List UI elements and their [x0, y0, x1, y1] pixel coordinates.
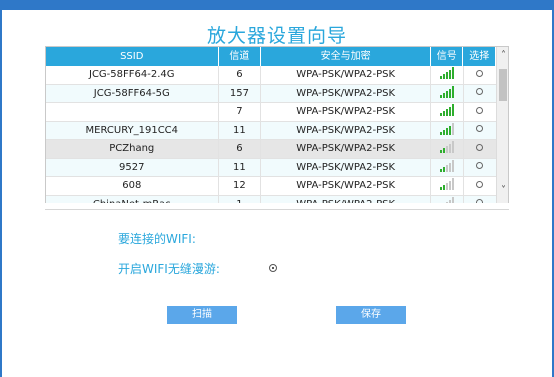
table-row[interactable]: ChinaNet-mRac1WPA-PSK/WPA2-PSK [46, 195, 496, 203]
table-row[interactable]: PCZhang 6 WPA-PSK/WPA2-PSK [46, 140, 496, 159]
vertical-scrollbar[interactable]: ˄ ˅ [496, 47, 508, 203]
select-cell [464, 66, 496, 84]
select-radio[interactable] [476, 69, 484, 77]
security-cell: WPA-PSK/WPA2-PSK [261, 121, 431, 139]
select-radio[interactable] [476, 88, 484, 95]
signal-cell [431, 158, 464, 176]
seamless-roaming-radio[interactable] [269, 264, 277, 272]
select-radio[interactable] [476, 199, 484, 203]
channel-cell: 7 [219, 103, 262, 121]
security-cell: WPA-PSK/WPA2-PSK [261, 195, 431, 203]
table-row[interactable]: 608 12 WPA-PSK/WPA2-PSK [46, 177, 496, 196]
channel-cell: 12 [219, 177, 262, 195]
channel-cell: 11 [219, 121, 262, 139]
signal-cell [431, 121, 464, 139]
ssid-cell: 608 [46, 177, 219, 195]
ssid-cell [46, 103, 219, 121]
channel-cell: 1 [219, 195, 262, 203]
security-cell: WPA-PSK/WPA2-PSK [261, 140, 431, 158]
select-radio[interactable] [476, 162, 484, 169]
signal-strength-icon [439, 141, 454, 153]
signal-strength-icon [439, 159, 454, 172]
security-cell: WPA-PSK/WPA2-PSK [261, 177, 431, 195]
signal-strength-icon [439, 178, 454, 190]
seamless-roaming-label: 开启WIFI无缝漫游: [118, 262, 220, 276]
select-cell [464, 122, 496, 140]
table-row[interactable]: MERCURY_191CC4 11 WPA-PSK/WPA2-PSK [46, 121, 496, 140]
security-cell: WPA-PSK/WPA2-PSK [261, 84, 431, 102]
select-radio[interactable] [476, 143, 484, 151]
select-cell [464, 159, 496, 177]
signal-cell [431, 177, 464, 195]
security-cell: WPA-PSK/WPA2-PSK [261, 158, 431, 176]
column-header-select: 选择 [463, 47, 496, 66]
connect-wifi-label: 要连接的WIFI: [118, 232, 196, 246]
select-radio[interactable] [476, 106, 484, 114]
save-button[interactable]: 保存 [336, 306, 406, 324]
scrollbar-thumb[interactable] [499, 69, 507, 101]
ssid-cell: 9527 [46, 158, 219, 176]
chevron-up-icon[interactable]: ˄ [497, 49, 508, 63]
channel-cell: 6 [219, 66, 262, 84]
table-row[interactable]: JCG-58FF64-5G 157 WPA-PSK/WPA2-PSK [46, 84, 496, 103]
ssid-cell: JCG-58FF64-2.4G [46, 66, 219, 84]
signal-strength-icon [439, 85, 454, 98]
select-radio[interactable] [476, 180, 484, 188]
table-row[interactable]: JCG-58FF64-2.4G 6 WPA-PSK/WPA2-PSK [46, 66, 496, 85]
column-header-security: 安全与加密 [261, 47, 431, 66]
table-header: SSID 信道 安全与加密 信号 选择 [46, 47, 496, 66]
signal-cell [431, 195, 464, 203]
window-frame-top [0, 0, 554, 10]
select-cell [464, 177, 496, 195]
select-cell [464, 85, 496, 103]
page-title: 放大器设置向导 [206, 25, 347, 47]
signal-cell [431, 103, 464, 121]
chevron-down-icon[interactable]: ˅ [497, 184, 508, 198]
select-cell [464, 196, 496, 203]
signal-strength-icon [439, 104, 454, 116]
table-body: JCG-58FF64-2.4G 6 WPA-PSK/WPA2-PSK JCG-58FF… [46, 66, 496, 203]
signal-strength-icon [440, 196, 454, 203]
channel-cell: 11 [219, 158, 262, 176]
ssid-cell: MERCURY_191CC4 [46, 121, 219, 139]
ssid-cell: PCZhang [46, 140, 219, 158]
signal-strength-icon [439, 67, 454, 79]
security-cell: WPA-PSK/WPA2-PSK [261, 66, 431, 84]
signal-cell [431, 66, 464, 84]
select-radio[interactable] [476, 125, 484, 132]
signal-cell [431, 140, 464, 158]
scan-button[interactable]: 扫描 [167, 306, 237, 324]
signal-cell [431, 84, 464, 102]
channel-cell: 157 [219, 84, 262, 102]
table-row[interactable]: 7 WPA-PSK/WPA2-PSK [46, 103, 496, 122]
security-cell: WPA-PSK/WPA2-PSK [261, 103, 431, 121]
select-cell [464, 103, 496, 121]
column-header-channel: 信道 [219, 47, 262, 66]
select-cell [464, 140, 496, 158]
divider [45, 209, 509, 210]
channel-cell: 6 [219, 140, 262, 158]
table-row[interactable]: 9527 11 WPA-PSK/WPA2-PSK [46, 158, 496, 177]
window-frame-left [0, 0, 2, 377]
wifi-list-table: SSID 信道 安全与加密 信号 选择 JCG-58FF64-2.4G 6 WPA-… [45, 46, 509, 203]
ssid-cell: ChinaNet-mRac [46, 195, 219, 203]
column-header-signal: 信号 [431, 47, 464, 66]
signal-strength-icon [439, 122, 454, 135]
ssid-cell: JCG-58FF64-5G [46, 84, 219, 102]
column-header-ssid: SSID [46, 47, 219, 66]
